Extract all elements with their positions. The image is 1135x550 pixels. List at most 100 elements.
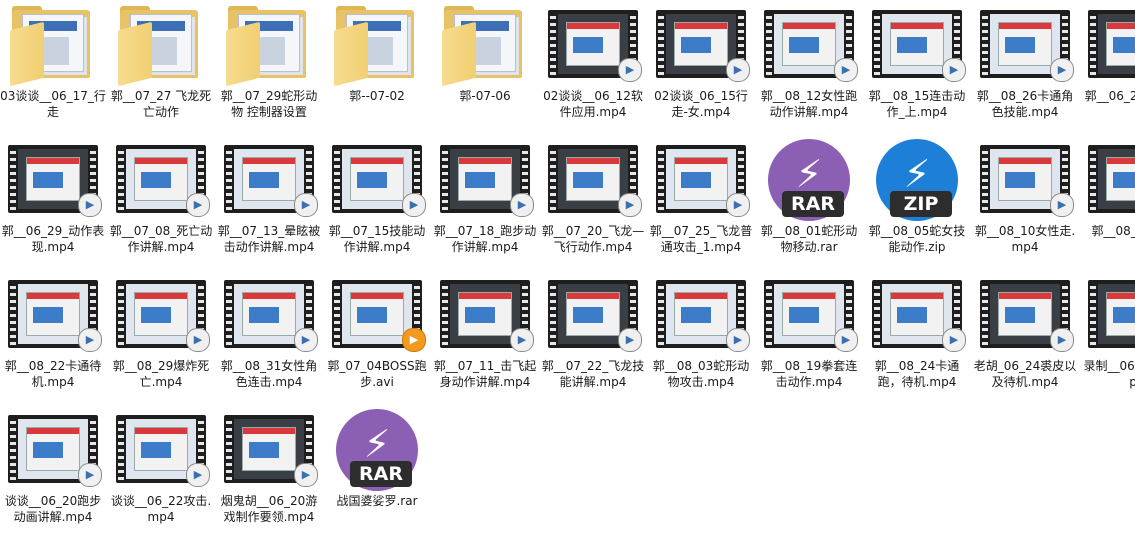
- file-item[interactable]: ▶ 谈谈__06_22攻击.mp4: [108, 405, 214, 539]
- media-player-icon: ▶: [1050, 328, 1074, 352]
- file-item[interactable]: ▶ 郭__06_2手K飘带: [1080, 0, 1135, 134]
- video-thumbnail-icon: ▶: [980, 4, 1074, 82]
- folder-icon: [116, 4, 206, 87]
- file-item[interactable]: ▶ 郭__08_19拳套连击动作.mp4: [756, 270, 862, 404]
- file-name-label: 郭__08_15连击动作_上.mp4: [868, 89, 966, 119]
- file-name-label: 郭__07_25_飞龙普通攻击_1.mp4: [649, 224, 753, 254]
- video-thumbnail-icon: ▶: [224, 274, 318, 352]
- file-name-label: 烟鬼胡__06_20游戏制作要领.mp4: [220, 494, 318, 524]
- file-name-label: 郭__07_08_死亡动作讲解.mp4: [109, 224, 213, 254]
- folder-icon: [224, 4, 314, 87]
- media-player-icon: ▶: [942, 58, 966, 82]
- file-name-label: 郭__07_13_晕眩被击动作讲解.mp4: [217, 224, 321, 254]
- file-name-label: 郭__07_18_跑步动作讲解.mp4: [433, 224, 537, 254]
- video-thumbnail-icon: ▶: [1088, 274, 1135, 352]
- file-item[interactable]: ▶ 郭__07_13_晕眩被击动作讲解.mp4: [216, 135, 322, 269]
- file-item[interactable]: ⚡ ZIP 郭__08_05蛇女技能动作.zip: [864, 135, 970, 269]
- file-item[interactable]: ▶ 郭__07_22_飞龙技能讲解.mp4: [540, 270, 646, 404]
- media-player-icon: ▶: [1050, 58, 1074, 82]
- file-name-label: 郭__08_01蛇形动物移动.rar: [760, 224, 858, 254]
- video-thumbnail-icon: ▶: [440, 274, 534, 352]
- video-thumbnail-icon: ▶: [332, 274, 426, 352]
- file-name-label: 郭__08_22卡通待机.mp4: [4, 359, 102, 389]
- media-player-icon: ▶: [942, 328, 966, 352]
- file-item[interactable]: ▶ 02谈谈_06_15行走-女.mp4: [648, 0, 754, 134]
- video-thumbnail-icon: ▶: [116, 139, 210, 217]
- media-player-icon: ▶: [726, 58, 750, 82]
- media-player-icon: ▶: [834, 328, 858, 352]
- media-player-icon: ▶: [402, 193, 426, 217]
- media-player-icon: ▶: [726, 193, 750, 217]
- file-name-label: 郭_07_04BOSS跑步.avi: [327, 359, 427, 389]
- file-name-label: 谈谈__06_20跑步动画讲解.mp4: [4, 494, 102, 524]
- folder-icon: [332, 4, 422, 87]
- media-player-icon: ▶: [726, 328, 750, 352]
- file-name-label: 郭__08_05蛇女技能动作.zip: [868, 224, 966, 254]
- file-item[interactable]: ⚡ RAR 郭__08_01蛇形动物移动.rar: [756, 135, 862, 269]
- file-item[interactable]: ▶ 郭__08_29爆炸死亡.mp4: [108, 270, 214, 404]
- file-item[interactable]: ▶ 郭__07_15技能动作讲解.mp4: [324, 135, 430, 269]
- file-item[interactable]: ▶ 谈谈__06_20跑步动画讲解.mp4: [0, 405, 106, 539]
- file-item[interactable]: ▶ 郭__08_03蛇形动物攻击.mp4: [648, 270, 754, 404]
- video-thumbnail-icon: ▶: [656, 139, 750, 217]
- file-item[interactable]: ▶ 郭__07_18_跑步动作讲解.mp4: [432, 135, 538, 269]
- video-thumbnail-icon: ▶: [8, 274, 102, 352]
- file-name-label: 郭-07-06: [459, 89, 511, 103]
- video-thumbnail-icon: ▶: [656, 274, 750, 352]
- file-item[interactable]: ▶ 郭__08_26卡通角色技能.mp4: [972, 0, 1078, 134]
- file-name-label: 郭__08_29爆炸死亡.mp4: [112, 359, 210, 389]
- file-name-label: 郭__07_22_飞龙技能讲解.mp4: [541, 359, 645, 389]
- video-thumbnail-icon: ▶: [8, 139, 102, 217]
- file-item[interactable]: ▶ 郭__07_11_击飞起身动作讲解.mp4: [432, 270, 538, 404]
- file-name-label: 02谈谈_06_15行走-女.mp4: [654, 89, 748, 119]
- folder-item[interactable]: 03谈谈__06_17_行走: [0, 0, 106, 134]
- media-player-icon: ▶: [294, 193, 318, 217]
- video-thumbnail-icon: ▶: [656, 4, 750, 82]
- file-item[interactable]: ▶ 郭__07_25_飞龙普通攻击_1.mp4: [648, 135, 754, 269]
- file-name-label: 郭__08_10女性走.mp4: [974, 224, 1076, 254]
- file-item[interactable]: ▶ 郭__07_20_飞龙—飞行动作.mp4: [540, 135, 646, 269]
- folder-item[interactable]: 郭__07_27 飞龙死亡动作: [108, 0, 214, 134]
- file-name-label: 战国婆娑罗.rar: [336, 494, 418, 508]
- media-player-icon: ▶: [78, 328, 102, 352]
- file-name-label: 郭__08_19拳套连击动作.mp4: [760, 359, 858, 389]
- file-item[interactable]: ▶ 郭_07_04BOSS跑步.avi: [324, 270, 430, 404]
- folder-icon: [8, 4, 98, 87]
- file-item[interactable]: ▶ 郭__08_1作_中: [1080, 135, 1135, 269]
- media-player-icon: ▶: [186, 193, 210, 217]
- file-item[interactable]: ▶ 老胡_06_24裘皮以及待机.mp4: [972, 270, 1078, 404]
- file-name-label: 03谈谈__06_17_行走: [0, 89, 106, 119]
- folder-icon: [440, 4, 530, 87]
- file-item[interactable]: ▶ 郭__07_08_死亡动作讲解.mp4: [108, 135, 214, 269]
- file-name-label: 郭__06_29_动作表现.mp4: [1, 224, 105, 254]
- video-thumbnail-icon: ▶: [548, 274, 642, 352]
- file-item[interactable]: ▶ 郭__08_15连击动作_上.mp4: [864, 0, 970, 134]
- file-name-label: 郭__07_15技能动作讲解.mp4: [328, 224, 426, 254]
- folder-item[interactable]: 郭--07-02: [324, 0, 430, 134]
- media-player-icon: ▶: [78, 193, 102, 217]
- file-name-label: 郭__07_20_飞龙—飞行动作.mp4: [541, 224, 645, 254]
- media-player-icon: ▶: [618, 58, 642, 82]
- file-item[interactable]: ▶ 郭__08_31女性角色连击.mp4: [216, 270, 322, 404]
- video-thumbnail-icon: ▶: [224, 139, 318, 217]
- file-item[interactable]: ▶ 郭__08_22卡通待机.mp4: [0, 270, 106, 404]
- file-item[interactable]: ▶ 郭__08_24卡通跑，待机.mp4: [864, 270, 970, 404]
- rar-archive-icon: ⚡ RAR: [764, 139, 854, 221]
- media-player-icon: ▶: [510, 328, 534, 352]
- file-item[interactable]: ▶ 录制__06本动画mp: [1080, 270, 1135, 404]
- file-item[interactable]: ▶ 郭__06_29_动作表现.mp4: [0, 135, 106, 269]
- media-player-icon: ▶: [186, 328, 210, 352]
- media-player-icon: ▶: [510, 193, 534, 217]
- folder-item[interactable]: 郭__07_29蛇形动物 控制器设置: [216, 0, 322, 134]
- file-name-label: 老胡_06_24裘皮以及待机.mp4: [973, 359, 1077, 389]
- file-item[interactable]: ▶ 烟鬼胡__06_20游戏制作要领.mp4: [216, 405, 322, 539]
- file-item[interactable]: ⚡ RAR 战国婆娑罗.rar: [324, 405, 430, 539]
- folder-item[interactable]: 郭-07-06: [432, 0, 538, 134]
- file-item[interactable]: ▶ 郭__08_10女性走.mp4: [972, 135, 1078, 269]
- file-item[interactable]: ▶ 02谈谈__06_12软件应用.mp4: [540, 0, 646, 134]
- media-player-icon: ▶: [294, 328, 318, 352]
- file-name-label: 谈谈__06_22攻击.mp4: [110, 494, 212, 524]
- file-item[interactable]: ▶ 郭__08_12女性跑动作讲解.mp4: [756, 0, 862, 134]
- video-thumbnail-icon: ▶: [872, 4, 966, 82]
- video-thumbnail-icon: ▶: [980, 274, 1074, 352]
